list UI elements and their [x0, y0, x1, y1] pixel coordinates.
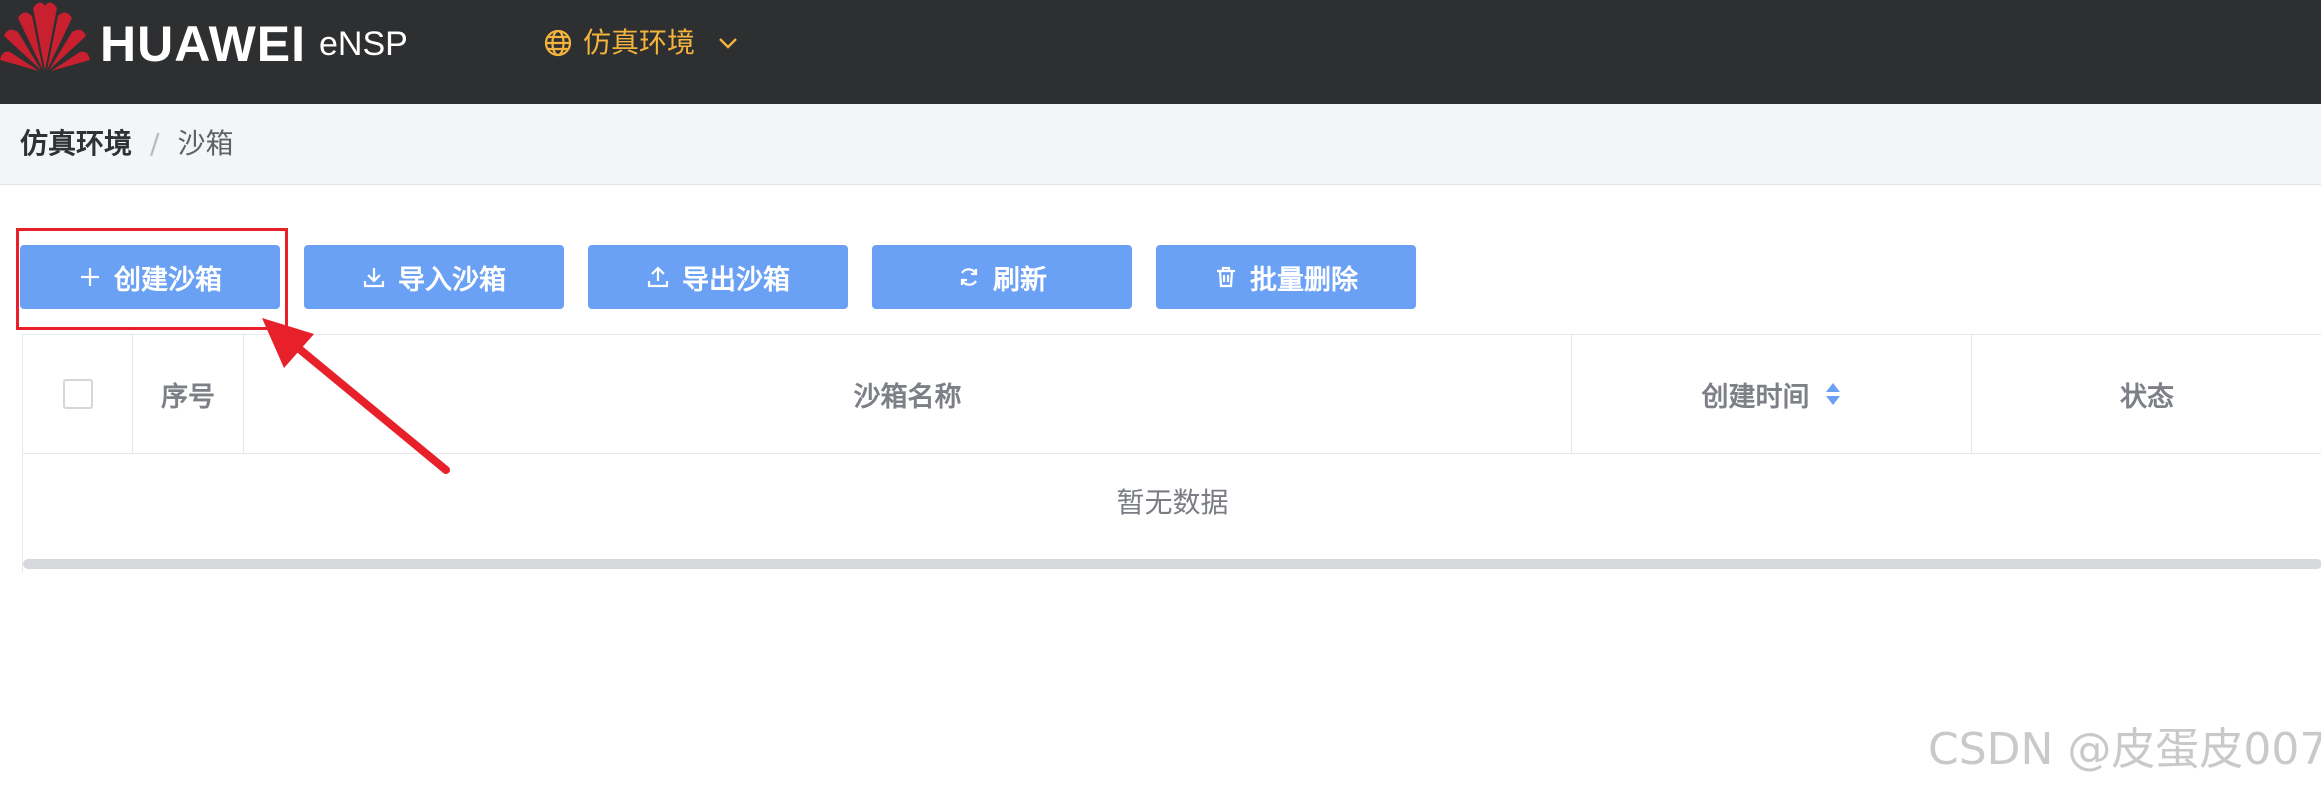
batch-delete-label: 批量删除 [1250, 264, 1358, 296]
breadcrumb-current: 沙箱 [177, 127, 234, 160]
watermark: CSDN @皮蛋皮007 [1928, 724, 2321, 775]
import-sandbox-button[interactable]: 导入沙箱 [304, 245, 564, 309]
top-nav-bar: HUAWEI eNSP 仿真环境 [0, 0, 2321, 104]
batch-delete-button[interactable]: 批量删除 [1156, 245, 1416, 309]
annotation-highlight-box [16, 228, 288, 330]
globe-icon [544, 29, 572, 57]
breadcrumb-root[interactable]: 仿真环境 [20, 122, 132, 166]
export-sandbox-label: 导出沙箱 [682, 264, 790, 296]
refresh-button[interactable]: 刷新 [872, 245, 1132, 309]
horizontal-scrollbar[interactable] [23, 559, 2321, 569]
download-icon [363, 268, 385, 288]
trash-icon [1217, 266, 1235, 288]
header-select-all-cell [23, 335, 133, 453]
environment-label: 仿真环境 [583, 26, 696, 59]
export-sandbox-button[interactable]: 导出沙箱 [588, 245, 848, 309]
created-time-label: 创建时间 [1701, 381, 1810, 413]
brand-name: HUAWEI [100, 16, 306, 72]
refresh-label: 刷新 [993, 264, 1047, 296]
huawei-logo-icon [0, 2, 90, 71]
breadcrumb-separator: / [150, 127, 160, 160]
column-header-index: 序号 [133, 335, 244, 453]
chevron-down-icon [719, 38, 737, 49]
column-header-status: 状态 [2120, 381, 2174, 413]
column-header-created-time[interactable]: 创建时间 [1572, 335, 1972, 453]
upload-icon [647, 266, 669, 288]
annotation-arrow-icon [262, 318, 450, 474]
breadcrumb-bar: 仿真环境 / 沙箱 [0, 104, 2321, 185]
sort-icon[interactable] [1824, 381, 1842, 407]
product-name: eNSP [319, 25, 408, 63]
breadcrumb: 仿真环境 / 沙箱 [20, 122, 233, 166]
refresh-icon [960, 268, 978, 286]
select-all-checkbox[interactable] [62, 379, 93, 409]
import-sandbox-label: 导入沙箱 [398, 264, 506, 296]
environment-switcher[interactable]: 仿真环境 [543, 20, 739, 66]
